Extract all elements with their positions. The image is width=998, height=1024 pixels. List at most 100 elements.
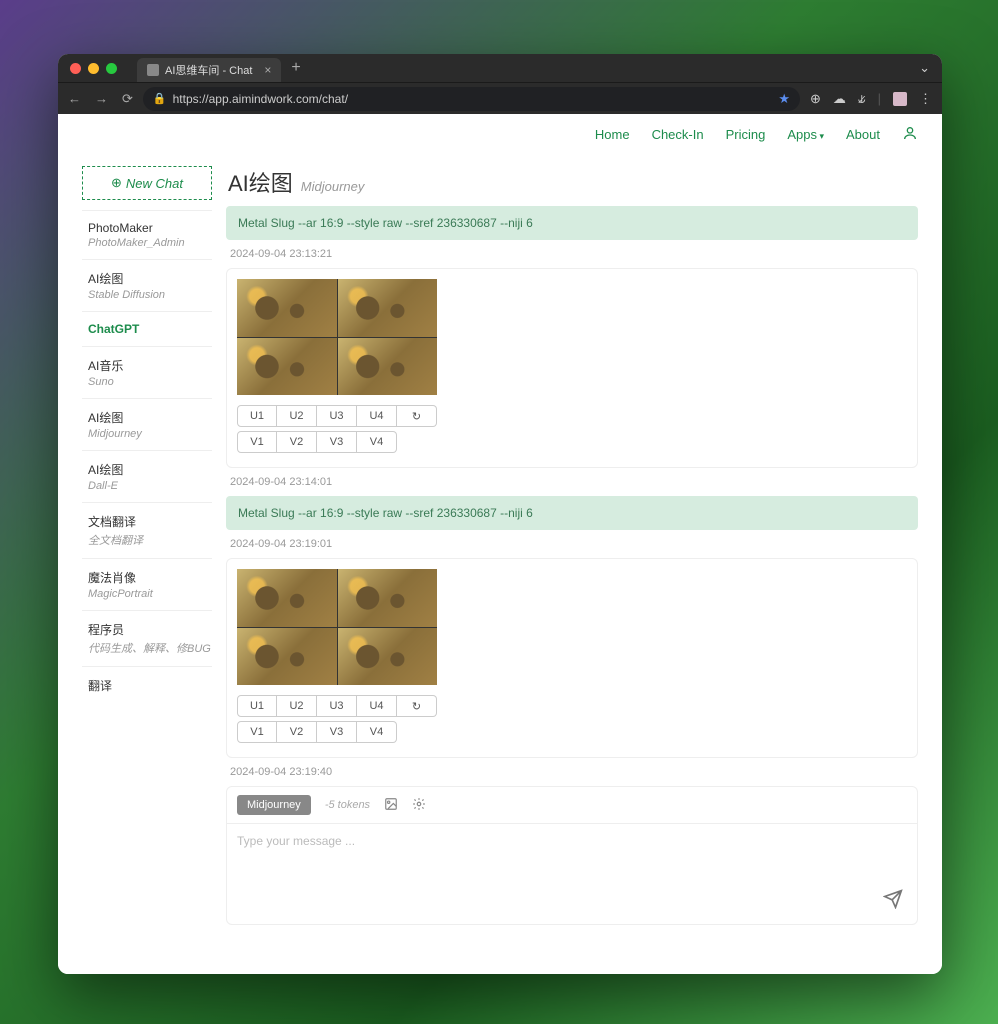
sidebar-item-sub: Midjourney	[88, 428, 212, 440]
nav-apps[interactable]: Apps	[787, 127, 824, 142]
image-icon[interactable]	[384, 797, 398, 814]
new-chat-button[interactable]: ⊕ New Chat	[82, 166, 212, 200]
site-info-icon[interactable]: 🔒	[153, 92, 167, 105]
nav-pricing[interactable]: Pricing	[726, 127, 766, 142]
extension-icon[interactable]: ☁	[833, 91, 846, 107]
extension-icon[interactable]: ⊕	[810, 91, 821, 107]
variation-v1-button[interactable]: V1	[237, 431, 277, 453]
upscale-u2-button[interactable]: U2	[277, 695, 317, 717]
upscale-u3-button[interactable]: U3	[317, 405, 357, 427]
maximize-window-icon[interactable]	[106, 63, 117, 74]
generated-image[interactable]	[338, 628, 438, 686]
back-icon[interactable]: ←	[68, 91, 81, 107]
sidebar-item-chatgpt[interactable]: ChatGPT	[82, 311, 212, 346]
sidebar-item-title: 程序员	[88, 621, 212, 638]
upscale-u4-button[interactable]: U4	[357, 695, 397, 717]
nav-checkin[interactable]: Check-In	[652, 127, 704, 142]
sidebar-item-magicportrait[interactable]: 魔法肖像 MagicPortrait	[82, 558, 212, 610]
message-input[interactable]	[227, 823, 917, 919]
sidebar-item-suno[interactable]: AI音乐 Suno	[82, 346, 212, 398]
sidebar-item-midjourney[interactable]: AI绘图 Midjourney	[82, 398, 212, 450]
generated-image[interactable]	[237, 279, 337, 337]
generated-image[interactable]	[338, 338, 438, 396]
reroll-button[interactable]: ↻	[397, 405, 437, 427]
new-tab-button[interactable]: +	[285, 59, 306, 77]
close-window-icon[interactable]	[70, 63, 81, 74]
tab-close-icon[interactable]: ×	[264, 63, 271, 77]
generated-image[interactable]	[237, 628, 337, 686]
divider: |	[878, 91, 881, 106]
upscale-u1-button[interactable]: U1	[237, 405, 277, 427]
titlebar: AI思维车间 - Chat × + ⌄	[58, 54, 942, 82]
reload-icon[interactable]: ⟳	[122, 91, 133, 107]
gear-icon[interactable]	[412, 797, 426, 814]
variation-v2-button[interactable]: V2	[277, 721, 317, 743]
sidebar-item-sub: Suno	[88, 376, 212, 388]
bookmark-star-icon[interactable]: ★	[778, 91, 790, 107]
sidebar-item-doc-translate[interactable]: 文档翻译 全文档翻译	[82, 502, 212, 558]
refresh-icon: ↻	[412, 700, 421, 713]
nav-about[interactable]: About	[846, 127, 880, 142]
url-text: https://app.aimindwork.com/chat/	[173, 92, 348, 106]
upscale-u1-button[interactable]: U1	[237, 695, 277, 717]
sidebar-item-sub: Stable Diffusion	[88, 289, 212, 301]
menu-icon[interactable]: ⋮	[919, 91, 932, 107]
composer: Midjourney -5 tokens	[226, 786, 918, 925]
address-bar[interactable]: 🔒 https://app.aimindwork.com/chat/ ★	[143, 87, 800, 111]
nav-home[interactable]: Home	[595, 127, 630, 142]
tab-title: AI思维车间 - Chat	[165, 62, 252, 78]
extension-icons: ⊕ ☁ ⫝̸ | ⋮	[810, 91, 932, 107]
main-content: AI绘图 Midjourney Metal Slug --ar 16:9 --s…	[226, 166, 918, 945]
sidebar-item-title: AI绘图	[88, 461, 212, 478]
page-title: AI绘图	[228, 166, 293, 198]
sidebar-item-title: AI音乐	[88, 357, 212, 374]
sidebar-item-sub: Dall-E	[88, 480, 212, 492]
sidebar-item-programmer[interactable]: 程序员 代码生成、解释、修BUG	[82, 610, 212, 666]
window-controls	[70, 63, 117, 74]
sidebar-item-sub: 代码生成、解释、修BUG	[88, 640, 212, 656]
plus-icon: ⊕	[111, 175, 122, 191]
sidebar-item-sub: 全文档翻译	[88, 532, 212, 548]
sidebar-item-sub: PhotoMaker_Admin	[88, 237, 212, 249]
top-nav: Home Check-In Pricing Apps About	[58, 114, 942, 156]
variation-row: V1 V2 V3 V4	[237, 721, 907, 743]
forward-icon[interactable]: →	[95, 91, 108, 107]
generated-image[interactable]	[338, 569, 438, 627]
generated-image[interactable]	[338, 279, 438, 337]
sidebar-item-dalle[interactable]: AI绘图 Dall-E	[82, 450, 212, 502]
generation-result: U1 U2 U3 U4 ↻ V1 V2 V3 V4	[226, 268, 918, 468]
upscale-u2-button[interactable]: U2	[277, 405, 317, 427]
generated-image-grid[interactable]	[237, 569, 437, 685]
extensions-puzzle-icon[interactable]: ⫝̸	[858, 91, 866, 107]
browser-tab[interactable]: AI思维车间 - Chat ×	[137, 58, 281, 82]
variation-v2-button[interactable]: V2	[277, 431, 317, 453]
sidebar-item-translate[interactable]: 翻译	[82, 666, 212, 704]
variation-v3-button[interactable]: V3	[317, 721, 357, 743]
sidebar-item-photomaker[interactable]: PhotoMaker PhotoMaker_Admin	[82, 210, 212, 259]
variation-v3-button[interactable]: V3	[317, 431, 357, 453]
account-icon[interactable]	[902, 125, 918, 144]
variation-v4-button[interactable]: V4	[357, 721, 397, 743]
minimize-window-icon[interactable]	[88, 63, 99, 74]
sidebar-item-title: AI绘图	[88, 409, 212, 426]
upscale-row: U1 U2 U3 U4 ↻	[237, 405, 907, 427]
timestamp: 2024-09-04 23:13:21	[230, 248, 918, 260]
variation-v1-button[interactable]: V1	[237, 721, 277, 743]
send-button[interactable]	[883, 889, 903, 914]
sidebar-item-title: 翻译	[88, 677, 212, 694]
timestamp: 2024-09-04 23:19:40	[230, 766, 918, 778]
generated-image[interactable]	[237, 569, 337, 627]
reroll-button[interactable]: ↻	[397, 695, 437, 717]
user-prompt: Metal Slug --ar 16:9 --style raw --sref …	[226, 206, 918, 240]
model-pill[interactable]: Midjourney	[237, 795, 311, 815]
upscale-u3-button[interactable]: U3	[317, 695, 357, 717]
profile-avatar[interactable]	[893, 92, 907, 106]
chevron-down-icon[interactable]: ⌄	[919, 60, 930, 76]
sidebar-item-title: AI绘图	[88, 270, 212, 287]
generated-image-grid[interactable]	[237, 279, 437, 395]
generated-image[interactable]	[237, 338, 337, 396]
variation-v4-button[interactable]: V4	[357, 431, 397, 453]
upscale-row: U1 U2 U3 U4 ↻	[237, 695, 907, 717]
upscale-u4-button[interactable]: U4	[357, 405, 397, 427]
sidebar-item-stable-diffusion[interactable]: AI绘图 Stable Diffusion	[82, 259, 212, 311]
